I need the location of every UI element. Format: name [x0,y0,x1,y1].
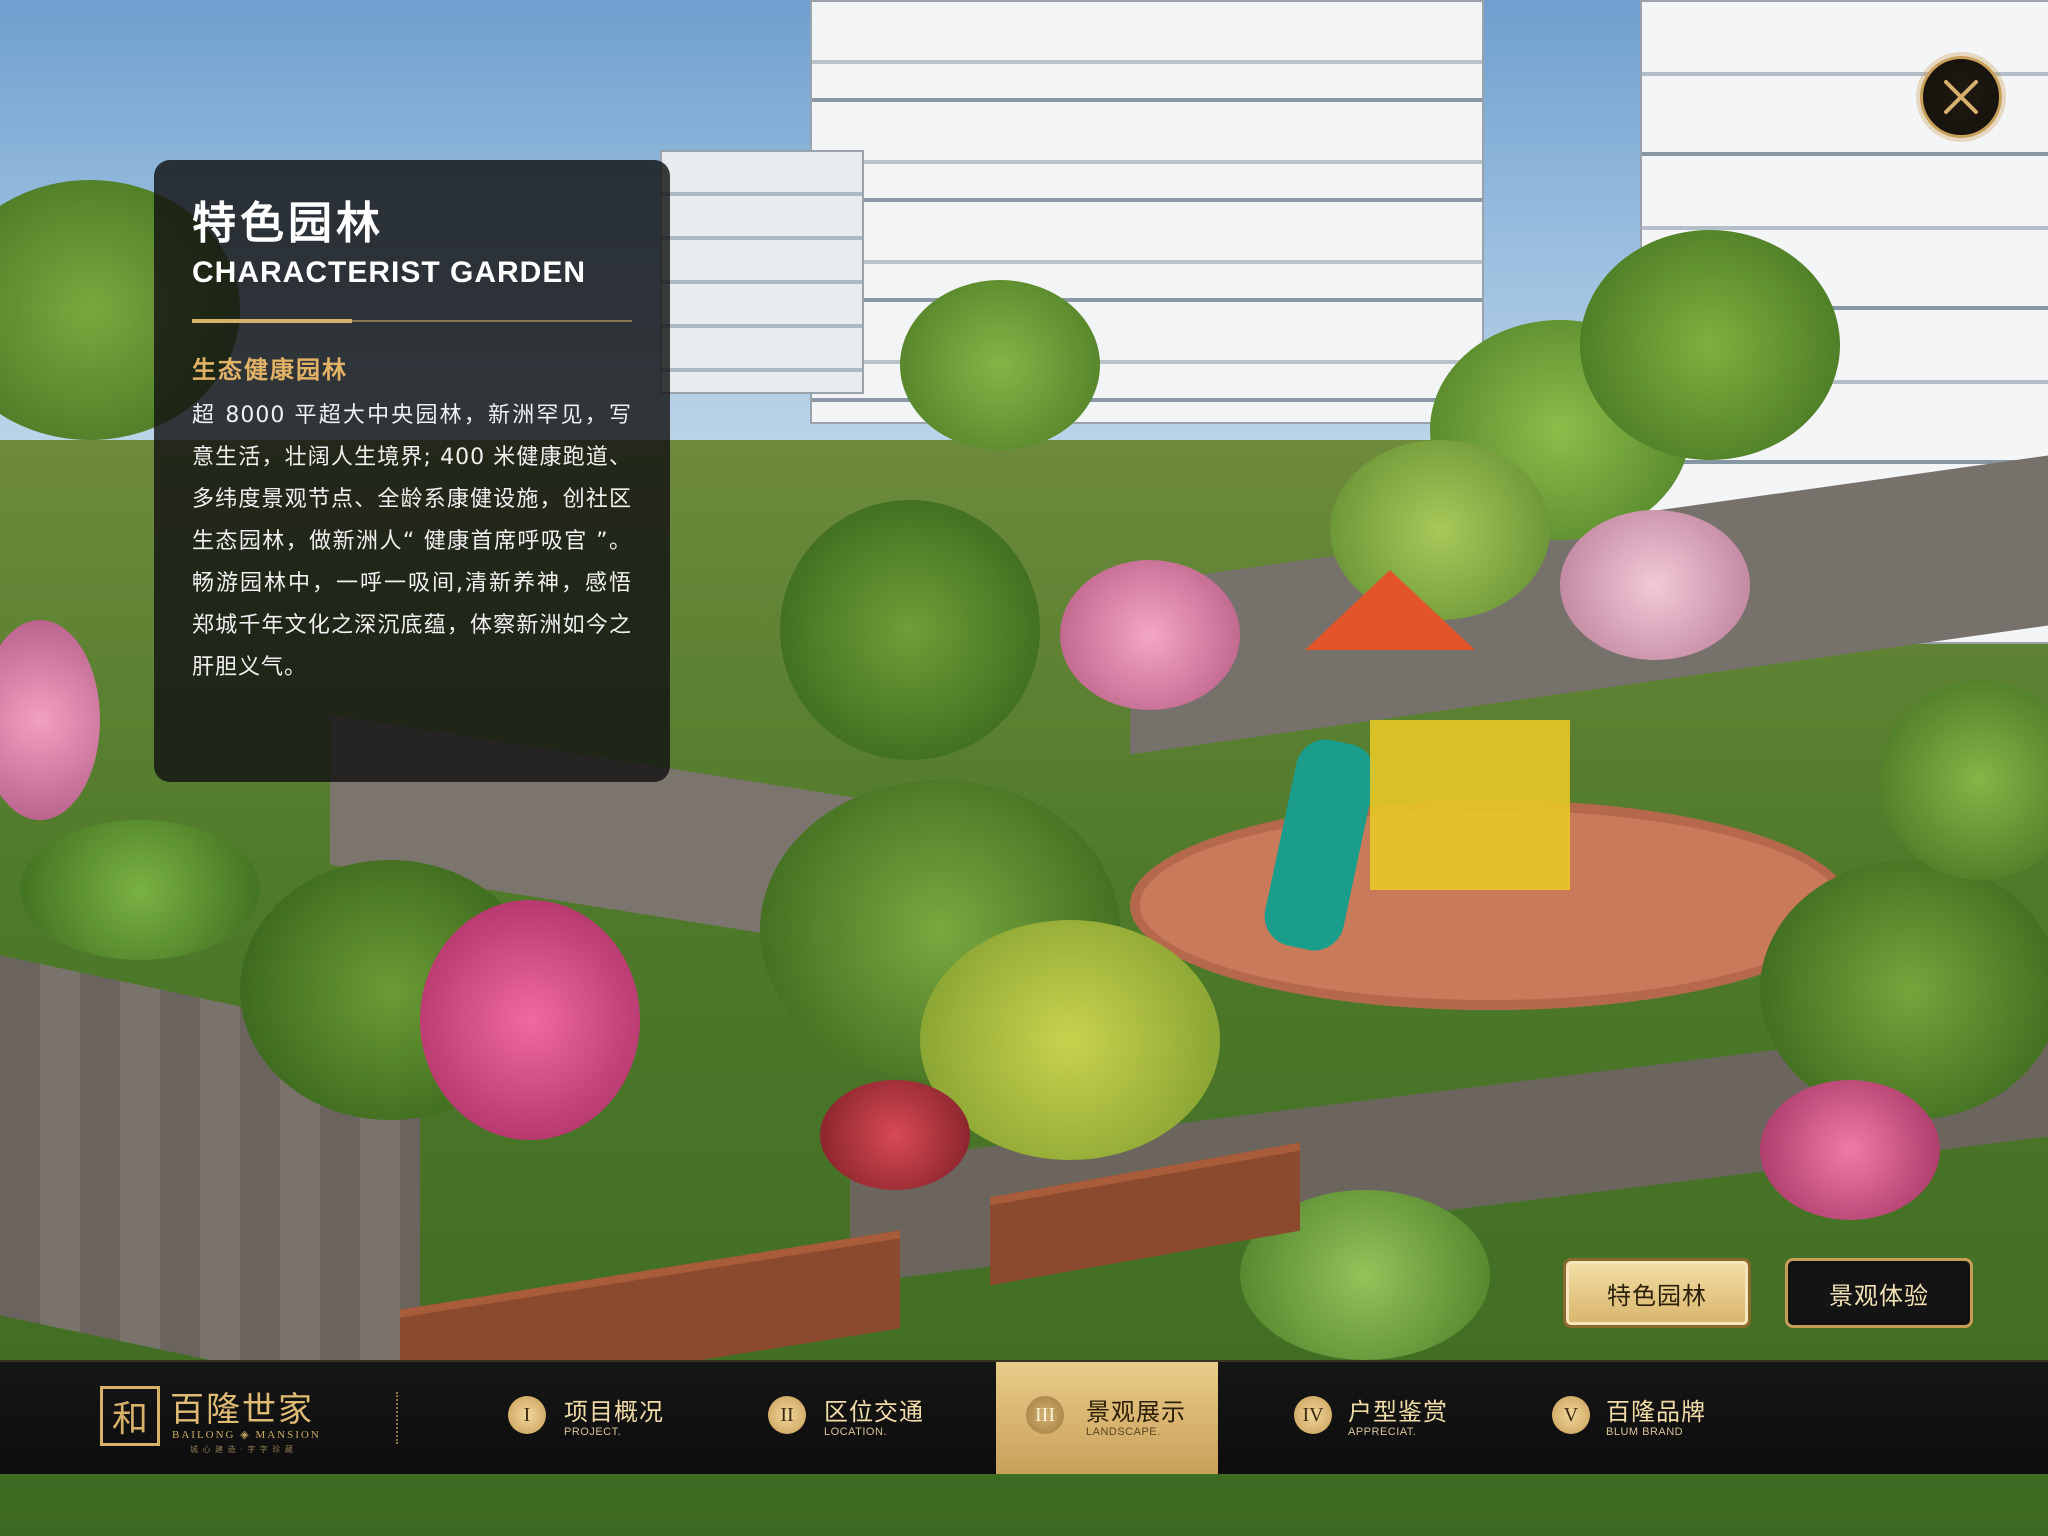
sub-button-characteristic-garden[interactable]: 特色园林 [1563,1258,1751,1328]
bottom-navigation: 和 百隆世家 BAILONG ◈ MANSION 城 心 建 造 · 字 字 珍… [0,1360,2048,1474]
nav-item-sublabel: PROJECT. [564,1426,622,1438]
close-button[interactable] [1920,56,2002,138]
sub-button-label: 特色园林 [1607,1281,1707,1310]
info-divider [192,319,632,324]
sub-button-label: 景观体验 [1829,1281,1929,1310]
flowering-shrub [820,1080,970,1190]
residential-building [660,150,864,394]
flowering-shrub [1560,510,1750,660]
info-body: 超 8000 平超大中央园林，新洲罕见，写意生活，壮阔人生境界; 400 米健康… [192,403,632,681]
brand-english-name: BAILONG ◈ MANSION [172,1429,321,1441]
roman-numeral-badge: I [508,1396,546,1434]
brand-slogan: 城 心 建 造 · 字 字 珍 藏 [190,1445,294,1454]
nav-item-brand[interactable]: V 百隆品牌 BLUM BRAND [1548,1362,1778,1474]
nav-item-label: 百隆品牌 [1606,1398,1706,1426]
nav-item-project[interactable]: I 项目概况 PROJECT. [500,1362,730,1474]
nav-item-sublabel: LANDSCAPE. [1086,1426,1161,1438]
nav-item-sublabel: LOCATION. [824,1426,887,1438]
nav-item-floorplan[interactable]: IV 户型鉴赏 APPRECIAT. [1290,1362,1520,1474]
logo-mark-icon: 和 [100,1386,160,1446]
sub-button-landscape-experience[interactable]: 景观体验 [1785,1258,1973,1328]
tree [20,820,260,960]
tree [1580,230,1840,460]
nav-item-label: 户型鉴赏 [1348,1398,1448,1426]
tree [780,500,1040,760]
nav-item-location[interactable]: II 区位交通 LOCATION. [760,1362,990,1474]
brand-name: 百隆世家 [170,1390,314,1430]
close-icon [1944,80,1978,114]
info-heading: 生态健康园林 [192,356,348,385]
nav-item-label: 景观展示 [1086,1398,1186,1426]
roman-numeral-badge: II [768,1396,806,1434]
flowering-shrub [420,900,640,1140]
roman-numeral-badge: III [1026,1396,1064,1434]
nav-item-label: 区位交通 [824,1398,924,1426]
nav-item-label: 项目概况 [564,1398,664,1426]
nav-separator [396,1392,398,1444]
info-title: 特色园林 [192,198,384,249]
tree [1760,860,2048,1120]
info-subtitle: CHARACTERIST GARDEN [192,256,586,290]
nav-item-sublabel: BLUM BRAND [1606,1426,1684,1438]
playground-frame [1370,720,1570,890]
brand-logo: 和 百隆世家 BAILONG ◈ MANSION 城 心 建 造 · 字 字 珍… [100,1382,380,1456]
roman-numeral-badge: IV [1294,1396,1332,1434]
playground-roof [1305,570,1475,650]
nav-item-landscape[interactable]: III 景观展示 LANDSCAPE. [996,1362,1218,1474]
flowering-shrub [1060,560,1240,710]
info-panel: 特色园林 CHARACTERIST GARDEN 生态健康园林 超 8000 平… [154,160,670,782]
roman-numeral-badge: V [1552,1396,1590,1434]
flowering-shrub [1760,1080,1940,1220]
tree [900,280,1100,450]
nav-item-sublabel: APPRECIAT. [1348,1426,1417,1438]
